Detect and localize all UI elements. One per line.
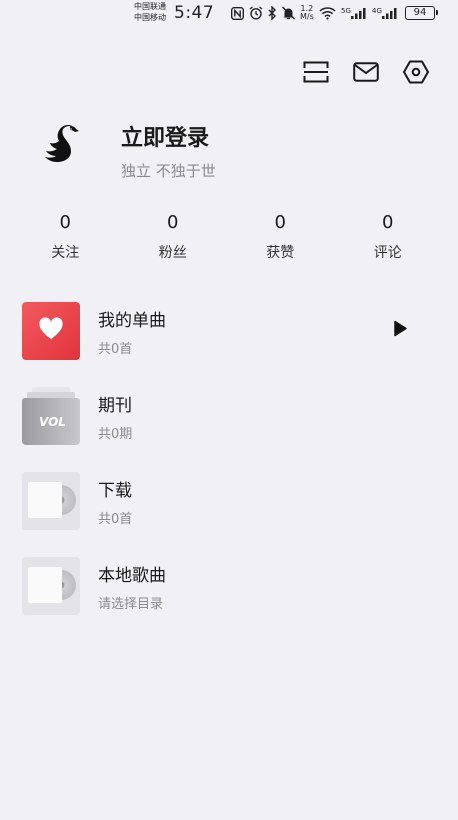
periodicals-cover: VOL: [22, 387, 80, 445]
swan-logo-icon: [36, 120, 86, 174]
list-item-periodicals[interactable]: VOL 期刊 共0期: [0, 385, 458, 470]
stat-value: 0: [382, 212, 394, 233]
stat-value: 0: [274, 212, 286, 233]
status-icons: 1.2 M/s 5G 4G: [231, 4, 398, 22]
svg-text:5G: 5G: [341, 7, 351, 15]
album-sleeve: [28, 482, 62, 518]
carrier-info: 中国联通 中国移动: [134, 1, 166, 23]
net-speed: 1.2 M/s: [300, 5, 314, 21]
album-sleeve: [28, 567, 62, 603]
local-songs-cover: [22, 557, 80, 615]
vol-cover: VOL: [22, 398, 80, 445]
vol-badge: VOL: [39, 414, 66, 429]
stat-value: 0: [167, 212, 179, 233]
stat-value: 0: [59, 212, 71, 233]
carrier-1: 中国联通: [134, 2, 166, 11]
scan-button[interactable]: [302, 60, 330, 88]
wifi-icon: [319, 6, 336, 20]
list-item-title: 下载: [98, 481, 132, 501]
list-item-my-songs[interactable]: 我的单曲 共0首: [0, 300, 458, 385]
list-item-subtitle: 共0期: [98, 427, 133, 442]
stat-likes[interactable]: 0 获赞: [223, 210, 338, 262]
stat-label: 获赞: [266, 245, 295, 261]
play-icon: [392, 320, 408, 341]
avatar[interactable]: [30, 116, 92, 178]
stat-label: 关注: [51, 245, 80, 261]
list-item-subtitle: 共0首: [98, 512, 133, 527]
stat-label: 评论: [373, 245, 402, 261]
status-time: 5:47: [174, 3, 215, 23]
stat-label: 粉丝: [158, 245, 187, 261]
my-songs-cover: [22, 302, 80, 360]
bluetooth-icon: [268, 6, 277, 20]
carrier-2: 中国移动: [134, 13, 166, 22]
nfc-icon: [231, 6, 244, 20]
top-actions: [302, 60, 430, 88]
mail-icon: [353, 62, 379, 86]
list-item-subtitle: 请选择目录: [98, 597, 164, 612]
list-item-title: 本地歌曲: [98, 566, 166, 586]
list-item-downloads[interactable]: 下载 共0首: [0, 470, 458, 555]
list-item-title: 我的单曲: [98, 311, 166, 331]
settings-button[interactable]: [402, 60, 430, 88]
stats-row: 0 关注 0 粉丝 0 获赞 0 评论: [0, 210, 458, 262]
svg-text:4G: 4G: [372, 7, 382, 15]
stat-fans[interactable]: 0 粉丝: [116, 210, 231, 262]
signal-5g-icon: 5G: [341, 6, 367, 20]
stat-following[interactable]: 0 关注: [8, 210, 123, 262]
stat-comments[interactable]: 0 评论: [331, 210, 446, 262]
scan-icon: [303, 60, 329, 88]
library-list: 我的单曲 共0首 VOL 期刊 共0期 下载 共0首 本地歌曲 请选择目录: [0, 300, 458, 640]
alarm-icon: [249, 6, 263, 20]
list-item-title: 期刊: [98, 396, 132, 416]
downloads-cover: [22, 472, 80, 530]
list-item-local-songs[interactable]: 本地歌曲 请选择目录: [0, 555, 458, 640]
profile-slogan: 独立 不独于世: [121, 162, 216, 180]
settings-icon: [403, 60, 429, 88]
battery-indicator: 94: [405, 6, 438, 20]
list-item-subtitle: 共0首: [98, 342, 133, 357]
net-speed-unit: M/s: [300, 12, 314, 21]
mute-icon: [282, 6, 295, 20]
status-bar: 中国联通 中国移动 5:47 1.2 M/s 5G 4G 94: [0, 0, 458, 28]
messages-button[interactable]: [352, 60, 380, 88]
signal-4g-icon: 4G: [372, 6, 398, 20]
login-button[interactable]: 立即登录: [121, 120, 209, 152]
play-all-button[interactable]: [390, 320, 410, 340]
heart-icon: [38, 317, 64, 345]
